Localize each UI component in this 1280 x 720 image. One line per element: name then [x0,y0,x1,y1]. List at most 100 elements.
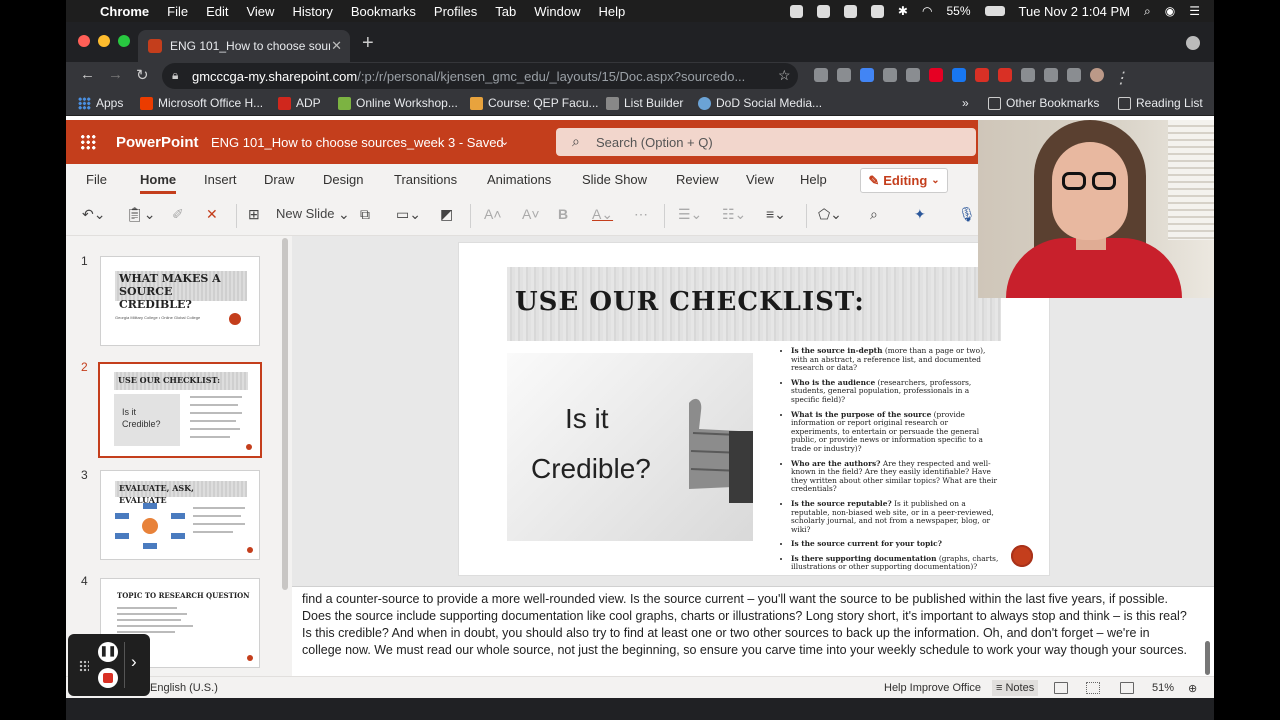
back-icon[interactable]: ← [80,66,95,83]
slide-thumbnail-2[interactable]: USE OUR CHECKLIST: Is it Credible? [98,362,262,458]
more-options-icon[interactable]: ⋯ [634,206,648,223]
background-icon[interactable]: ◩ [440,206,453,223]
app-launcher-icon[interactable] [80,134,96,150]
battery-percent[interactable]: 55% [946,4,970,18]
cast-icon[interactable] [1044,68,1058,82]
close-window-icon[interactable] [78,35,90,47]
paste-icon[interactable]: 📋︎⌄ [126,206,156,223]
numbering-icon[interactable]: ☷⌄ [722,206,746,223]
minimize-window-icon[interactable] [98,35,110,47]
fit-to-window-icon[interactable]: ⊕ [1188,682,1197,695]
cloud-icon[interactable] [816,4,830,18]
facebook-icon[interactable] [952,68,966,82]
menu-edit[interactable]: Edit [206,4,228,19]
notes-text[interactable]: find a counter-source to provide a more … [302,591,1192,659]
normal-view-icon[interactable] [1054,682,1068,694]
bookmark-item[interactable]: ADP [278,96,321,110]
increase-font-icon[interactable]: A˄ [484,206,502,222]
stop-recording-icon[interactable] [98,668,118,688]
extension-icon[interactable] [998,68,1012,82]
bookmark-star-icon[interactable]: ☆ [778,67,791,84]
chevron-right-icon[interactable]: › [131,652,137,672]
tab-transitions[interactable]: Transitions [394,172,457,187]
spotlight-icon[interactable]: ⌕ [1144,4,1151,19]
chevron-down-icon[interactable]: ⌄ [338,206,350,223]
extension-icon[interactable] [814,68,828,82]
reading-list[interactable]: Reading List [1118,96,1203,110]
designer-icon[interactable]: ✦ [914,206,926,223]
decrease-font-icon[interactable]: A˅ [522,206,540,222]
extension-icon[interactable] [837,68,851,82]
reading-mode-icon[interactable] [1067,68,1081,82]
shapes-icon[interactable]: ⬠⌄ [818,206,842,223]
tab-file[interactable]: File [86,172,107,187]
menu-help[interactable]: Help [599,4,626,19]
menu-view[interactable]: View [246,4,274,19]
tab-slide-show[interactable]: Slide Show [582,172,647,187]
dictate-icon[interactable]: 🎙︎ [958,206,976,223]
tab-search-icon[interactable] [1186,36,1200,50]
puzzle-icon[interactable] [1021,68,1035,82]
url-input[interactable]: 🔒︎ gmcccga-my.sharepoint.com/:p:/r/perso… [162,63,798,89]
delete-icon[interactable]: ✕ [206,206,218,223]
bookmark-item[interactable]: List Builder [606,96,683,110]
extension-icon[interactable] [906,68,920,82]
calendar-icon[interactable] [860,68,874,82]
zoom-icon[interactable] [789,4,803,18]
speaker-notes[interactable]: find a counter-source to provide a more … [292,586,1214,680]
help-improve-office[interactable]: Help Improve Office [884,682,981,694]
editing-mode-button[interactable]: ✎ Editing ⌄ [860,168,948,193]
bullets-icon[interactable]: ☰⌄ [678,206,702,223]
app-menu-chrome[interactable]: Chrome [100,4,149,19]
search-input[interactable]: ⌕ Search (Option + Q) [556,128,976,156]
extension-icon[interactable] [883,68,897,82]
wifi-icon[interactable]: ◠ [922,4,932,18]
reading-view-icon[interactable] [1120,682,1134,694]
bookmark-apps[interactable]: Apps [78,96,123,110]
dropbox-icon[interactable] [843,4,857,18]
tab-view[interactable]: View [746,172,774,187]
menu-window[interactable]: Window [534,4,580,19]
drag-handle-icon[interactable] [79,660,89,672]
new-slide-button[interactable]: New Slide [276,206,335,221]
zoom-window-icon[interactable] [118,35,130,47]
slide-image[interactable]: Is it Credible? [507,353,753,541]
tab-animations[interactable]: Animations [487,172,551,187]
app-name[interactable]: PowerPoint [116,134,199,151]
bookmark-item[interactable]: DoD Social Media... [698,96,822,110]
control-center-icon[interactable]: ☰ [1189,4,1200,18]
browser-tab[interactable]: ENG 101_How to choose source ✕ [138,30,350,62]
new-slide-icon[interactable]: ⊞ [248,206,260,223]
clock[interactable]: Tue Nov 2 1:04 PM [1019,4,1131,19]
slide-sorter-icon[interactable] [1086,682,1100,694]
slide-title[interactable]: USE OUR CHECKLIST: [515,287,865,317]
tab-help[interactable]: Help [800,172,827,187]
tab-home[interactable]: Home [140,172,177,194]
other-bookmarks[interactable]: Other Bookmarks [988,96,1099,110]
kebab-menu-icon[interactable]: ⋮ [1113,68,1129,87]
zoom-level[interactable]: 51% [1152,682,1174,694]
thumbnail-scrollbar[interactable] [282,238,288,590]
menu-file[interactable]: File [167,4,188,19]
bookmark-item[interactable]: Microsoft Office H... [140,96,263,110]
slide-thumbnail-3[interactable]: EVALUATE, ASK, EVALUATE [100,470,260,560]
document-title[interactable]: ENG 101_How to choose sources_week 3 - S… [211,135,504,150]
undo-icon[interactable]: ↶⌄ [82,206,105,223]
menu-bookmarks[interactable]: Bookmarks [351,4,416,19]
more-bookmarks-icon[interactable]: » [962,96,969,110]
new-tab-icon[interactable]: + [362,32,374,55]
notes-toggle[interactable]: ≡ Notes [992,680,1039,696]
checklist[interactable]: Is the source in-depth (more than a page… [781,346,999,578]
bluetooth-icon[interactable]: ✱ [898,4,908,18]
reload-icon[interactable]: ↻ [136,66,149,84]
tab-design[interactable]: Design [323,172,363,187]
close-tab-icon[interactable]: ✕ [331,38,342,54]
layout-icon[interactable]: ▭⌄ [396,206,421,223]
menu-history[interactable]: History [292,4,332,19]
pause-icon[interactable]: ❚❚ [98,642,118,662]
siri-icon[interactable]: ◉ [1165,4,1175,18]
forward-icon[interactable]: → [108,66,123,83]
notes-scrollbar[interactable] [1205,641,1210,675]
profile-avatar[interactable] [1090,68,1104,82]
tab-draw[interactable]: Draw [264,172,294,187]
